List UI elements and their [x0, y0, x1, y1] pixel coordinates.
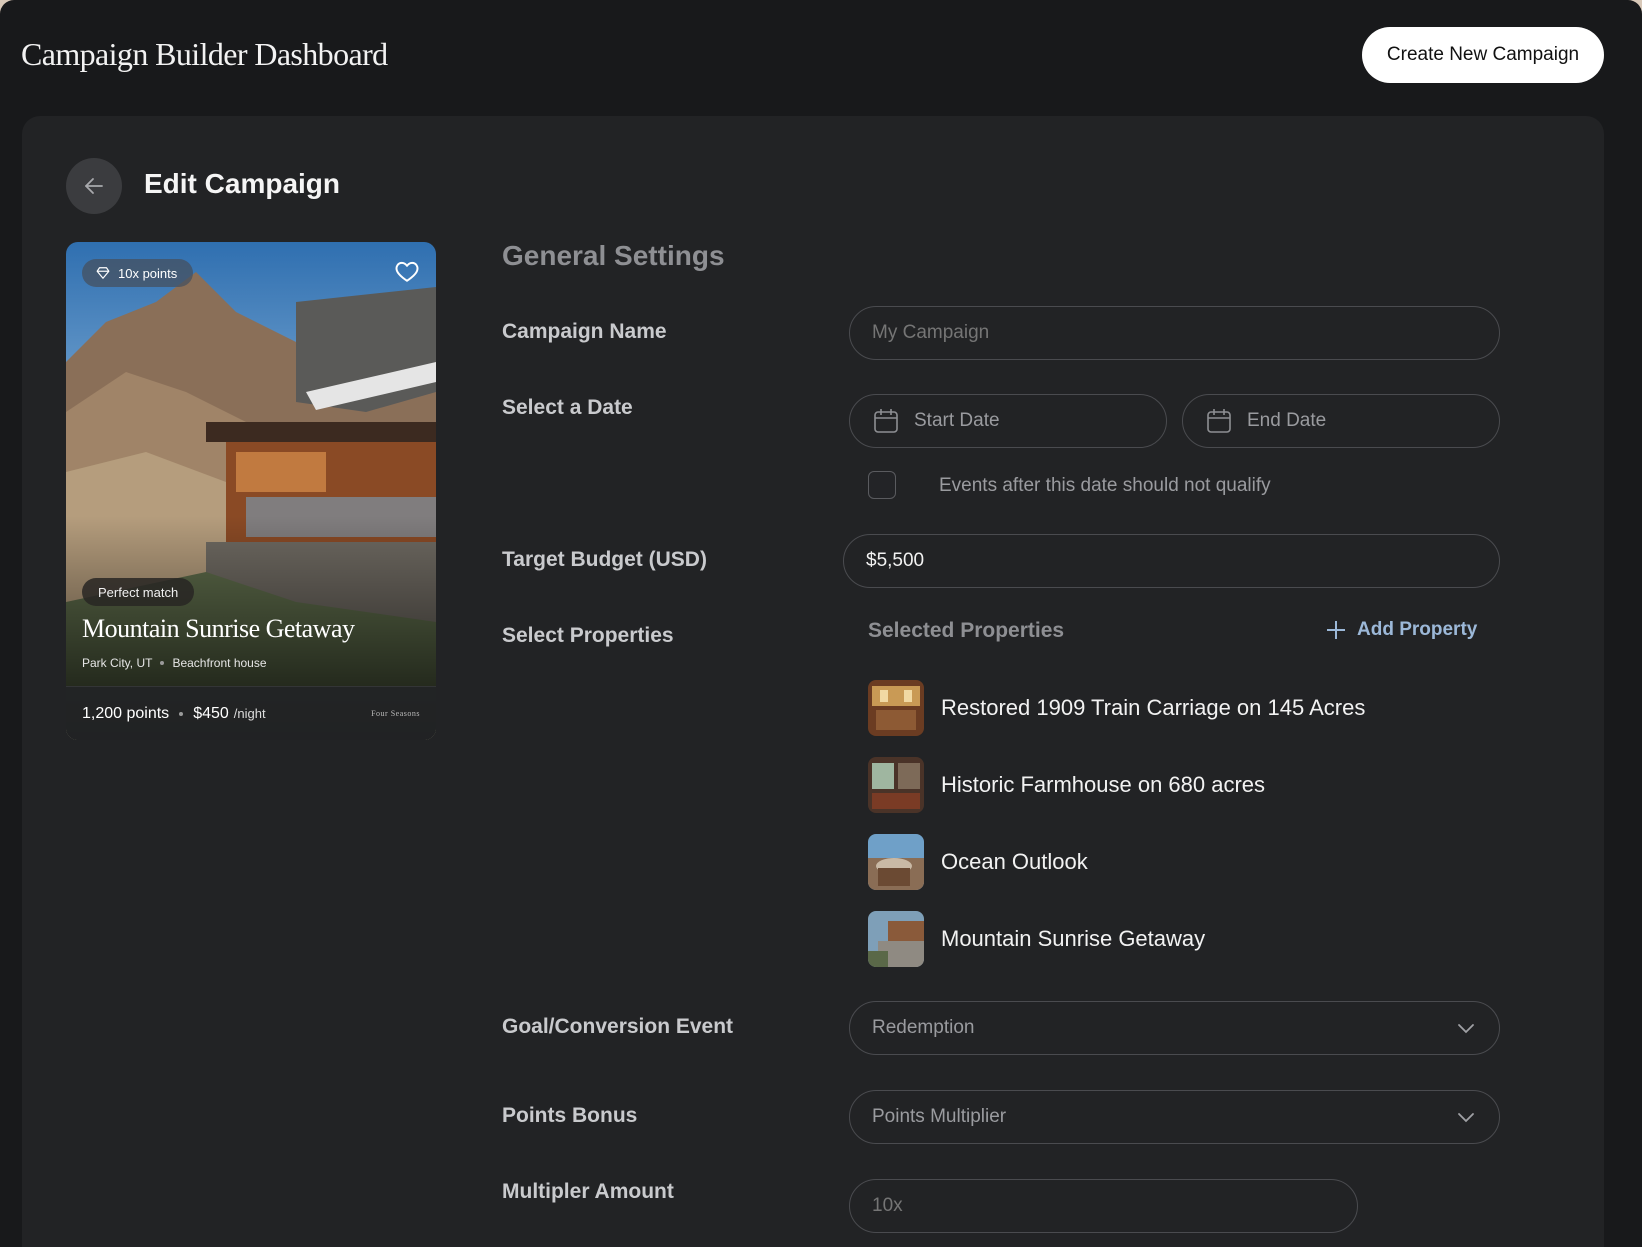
- qualify-checkbox-label: Events after this date should not qualif…: [939, 475, 1271, 496]
- points-badge: 10x points: [82, 259, 194, 287]
- bonus-select[interactable]: Points Multiplier: [849, 1090, 1500, 1144]
- card-property-name: Mountain Sunrise Getaway: [82, 614, 355, 643]
- plus-icon: [1327, 621, 1345, 639]
- multiplier-label: Multipler Amount: [502, 1180, 674, 1203]
- bonus-label: Points Bonus: [502, 1104, 638, 1127]
- goal-selected-value: Redemption: [872, 1017, 975, 1038]
- card-property-type: Beachfront house: [172, 656, 267, 670]
- campaign-name-label: Campaign Name: [502, 320, 667, 343]
- create-new-campaign-button[interactable]: Create New Campaign: [1362, 27, 1604, 83]
- goal-select[interactable]: Redemption: [849, 1001, 1500, 1055]
- page-title: Edit Campaign: [144, 168, 341, 199]
- goal-label: Goal/Conversion Event: [502, 1015, 734, 1038]
- top-bar: Campaign Builder Dashboard Create New Ca…: [0, 0, 1642, 112]
- start-date-placeholder: Start Date: [914, 410, 1000, 431]
- card-location-row: Park City, UT Beachfront house: [82, 656, 267, 670]
- card-footer: 1,200 points $450 /night Four Seasons: [66, 686, 436, 740]
- separator-dot: [179, 711, 184, 716]
- match-badge: Perfect match: [82, 578, 195, 606]
- budget-field[interactable]: [843, 534, 1500, 588]
- app-window: Campaign Builder Dashboard Create New Ca…: [0, 0, 1642, 1247]
- separator-dot: [160, 661, 165, 665]
- chevron-down-icon: [1458, 1024, 1474, 1034]
- back-button[interactable]: [66, 158, 122, 214]
- property-thumbnail: [868, 757, 924, 813]
- calendar-icon: [874, 409, 898, 433]
- heart-icon[interactable]: [394, 258, 420, 284]
- card-price-unit: /night: [233, 706, 266, 721]
- property-name: Ocean Outlook: [941, 849, 1088, 874]
- property-name: Historic Farmhouse on 680 acres: [941, 772, 1266, 797]
- app-title: Campaign Builder Dashboard: [21, 36, 388, 72]
- diamond-icon: [96, 267, 110, 279]
- start-date-field[interactable]: Start Date: [849, 394, 1167, 448]
- property-name: Restored 1909 Train Carriage on 145 Acre…: [941, 695, 1366, 720]
- chevron-down-icon: [1458, 1113, 1474, 1123]
- budget-label: Target Budget (USD): [502, 548, 707, 571]
- multiplier-input[interactable]: [872, 1195, 1335, 1217]
- date-label: Select a Date: [502, 396, 633, 419]
- property-preview-card[interactable]: 10x points Perfect match Mountain Sunris…: [66, 242, 436, 740]
- qualify-checkbox[interactable]: [868, 471, 896, 499]
- list-item[interactable]: Ocean Outlook: [868, 834, 1088, 890]
- brand-logo: Four Seasons: [371, 709, 420, 718]
- property-thumbnail: [868, 911, 924, 967]
- list-item[interactable]: Mountain Sunrise Getaway: [868, 911, 1205, 967]
- bonus-selected-value: Points Multiplier: [872, 1106, 1007, 1127]
- arrow-left-icon: [85, 178, 103, 194]
- property-thumbnail: [868, 834, 924, 890]
- section-title: General Settings: [502, 240, 725, 271]
- budget-input[interactable]: [866, 550, 1477, 572]
- add-property-button[interactable]: Add Property: [1325, 619, 1477, 641]
- end-date-field[interactable]: End Date: [1182, 394, 1500, 448]
- end-date-placeholder: End Date: [1247, 410, 1327, 431]
- campaign-name-field[interactable]: [849, 306, 1500, 360]
- edit-campaign-panel: Edit Campaign 10x points Perfect match M…: [22, 116, 1604, 1247]
- campaign-name-input[interactable]: [872, 322, 1477, 344]
- selected-properties-title: Selected Properties: [868, 619, 1065, 642]
- card-points: 1,200 points: [82, 704, 170, 722]
- property-thumbnail: [868, 680, 924, 736]
- card-price: $450: [193, 704, 229, 722]
- list-item[interactable]: Historic Farmhouse on 680 acres: [868, 757, 1265, 813]
- property-name: Mountain Sunrise Getaway: [941, 926, 1206, 951]
- properties-label: Select Properties: [502, 624, 674, 647]
- list-item[interactable]: Restored 1909 Train Carriage on 145 Acre…: [868, 680, 1365, 736]
- calendar-icon: [1207, 409, 1231, 433]
- card-location: Park City, UT: [82, 656, 153, 670]
- add-property-label: Add Property: [1357, 619, 1478, 640]
- multiplier-field[interactable]: [849, 1179, 1358, 1233]
- points-badge-label: 10x points: [118, 265, 178, 281]
